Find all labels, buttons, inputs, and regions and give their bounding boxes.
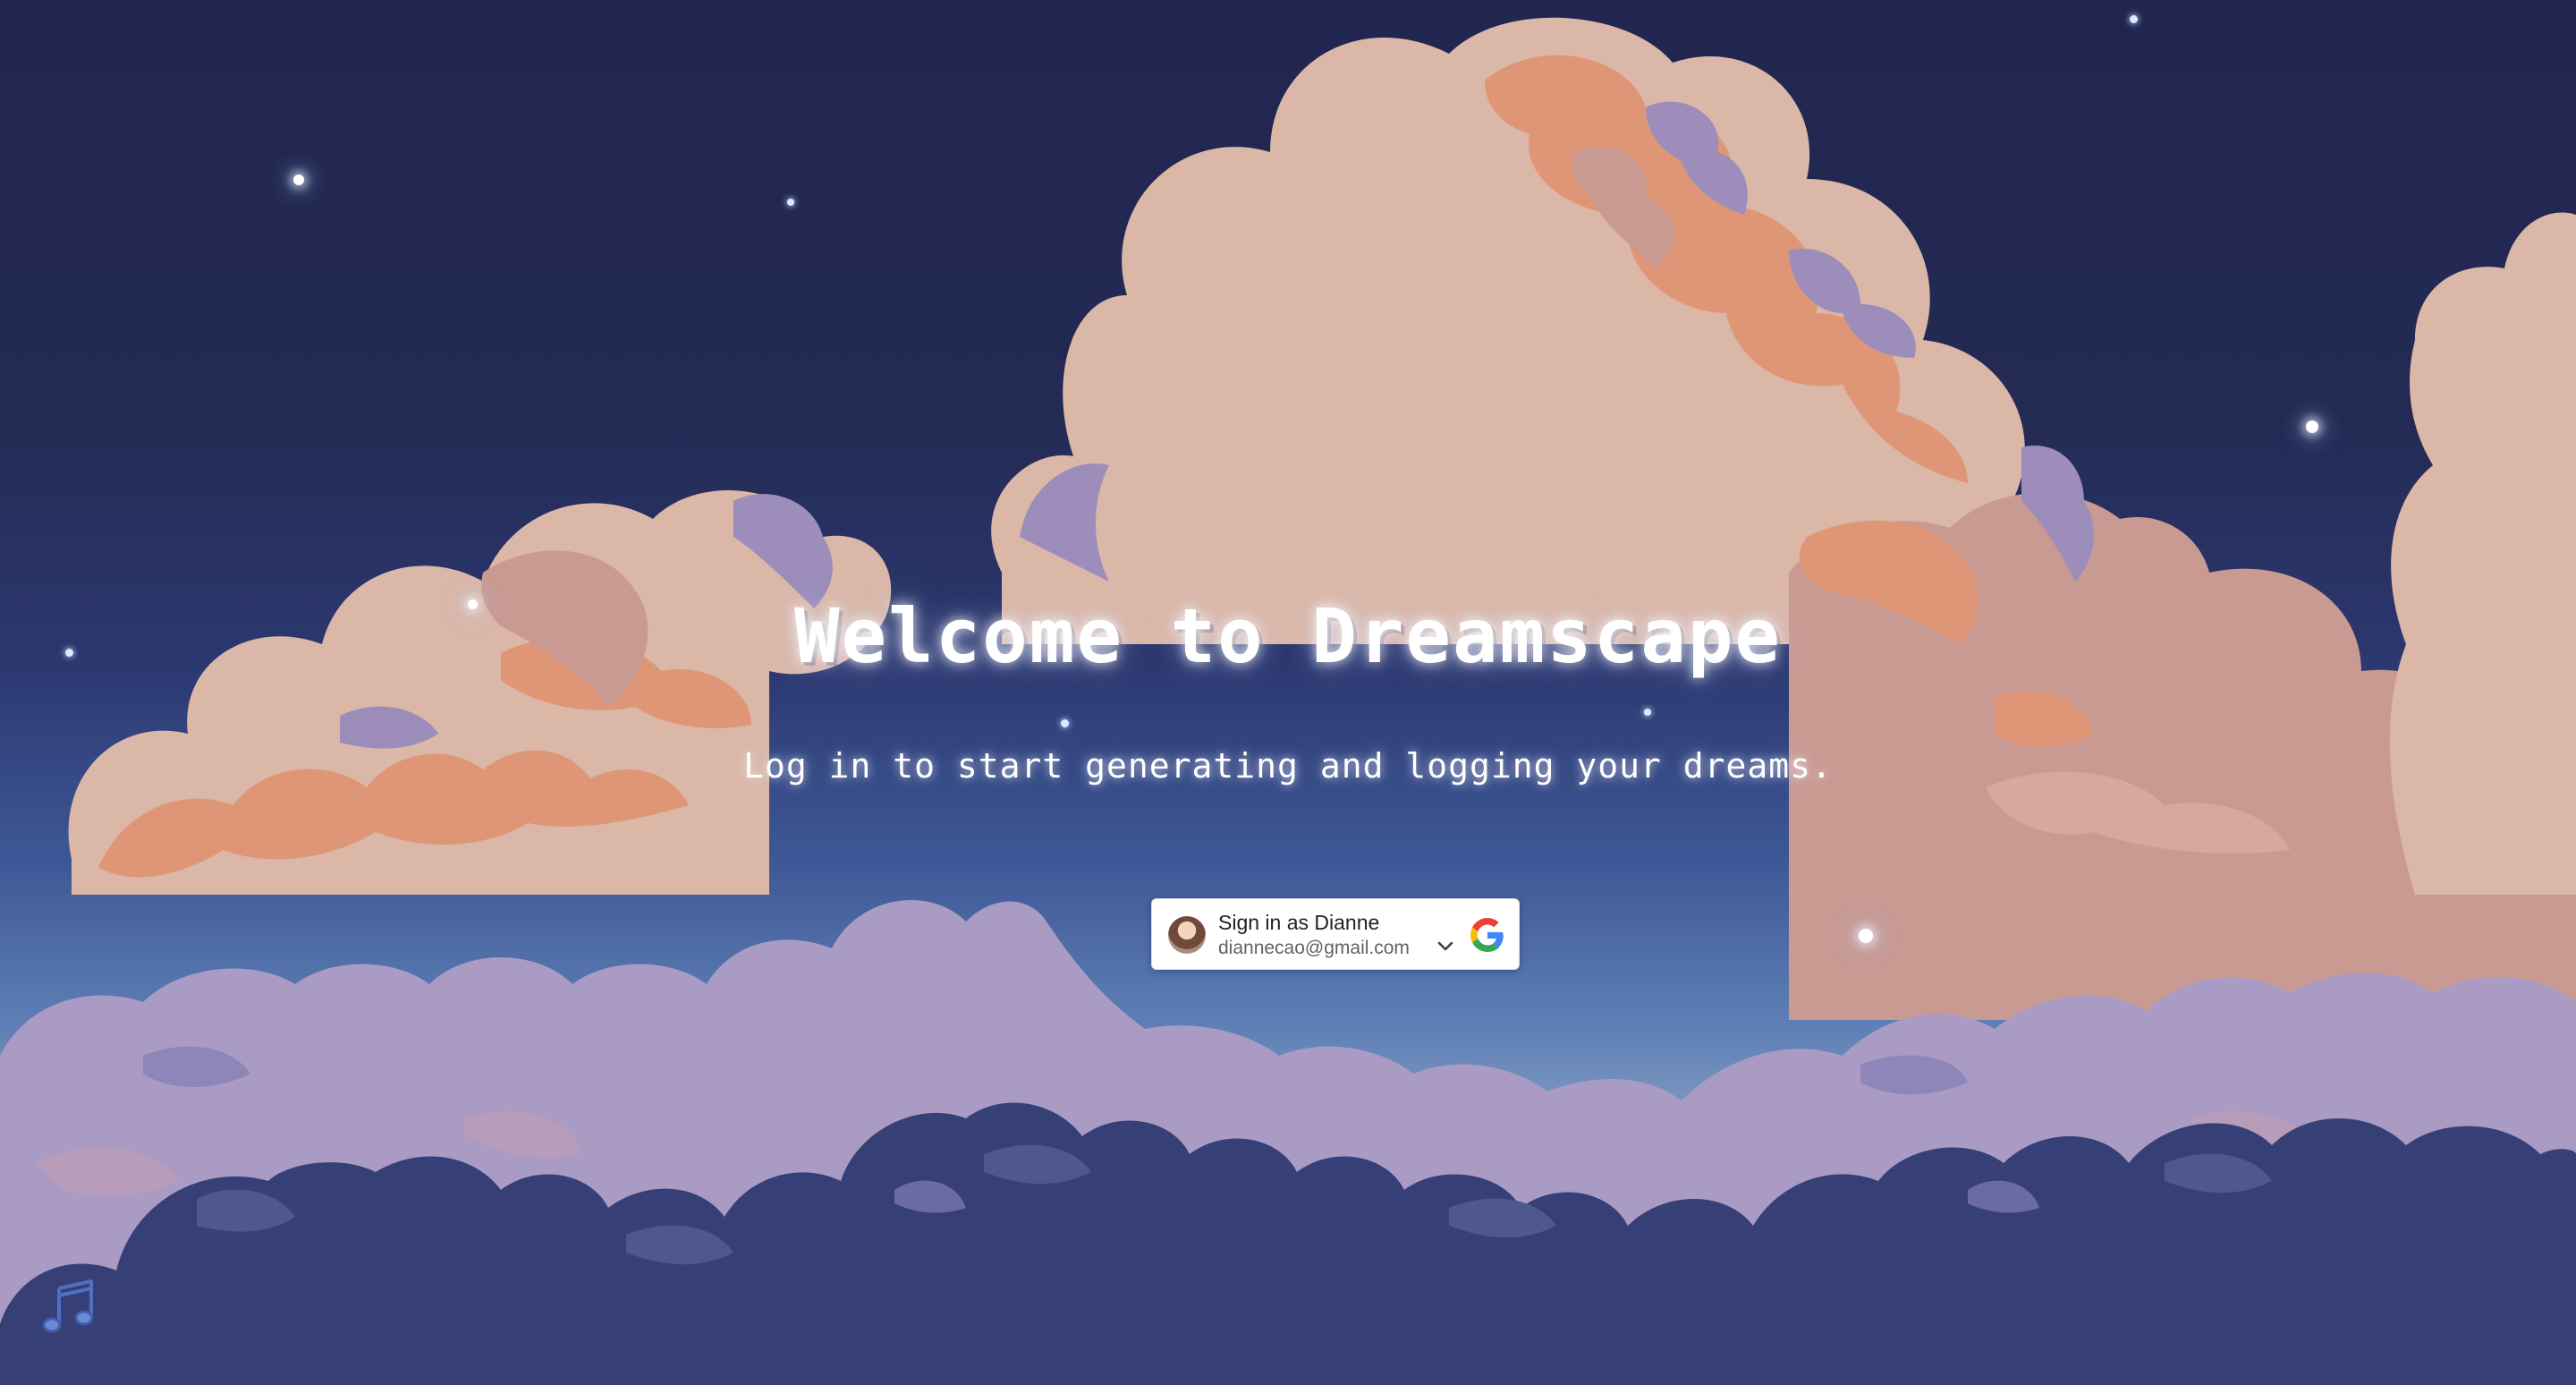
star (2130, 15, 2138, 23)
chevron-down-icon[interactable] (1436, 940, 1454, 953)
star (293, 174, 304, 185)
signin-email: diannecao@gmail.com (1218, 938, 1410, 958)
google-signin-button[interactable]: Sign in as Dianne diannecao@gmail.com (1151, 898, 1520, 970)
star (1859, 929, 1873, 943)
left-middle-cloud (68, 489, 892, 895)
page-title: Welcome to Dreamscape (793, 592, 1783, 680)
google-logo-icon (1470, 918, 1504, 952)
star (787, 199, 794, 206)
page-subtitle: Log in to start generating and logging y… (743, 746, 1833, 786)
user-avatar-icon (1168, 916, 1206, 954)
star (1644, 709, 1651, 716)
night-sky-background: Welcome to Dreamscape Log in to start ge… (0, 0, 2576, 1385)
music-note-icon (42, 1279, 94, 1333)
music-toggle-button[interactable] (39, 1276, 98, 1335)
cloud-illustration (0, 17, 2576, 1385)
signin-label: Sign in as Dianne (1218, 911, 1380, 934)
star (1061, 719, 1069, 727)
star (2306, 421, 2318, 433)
